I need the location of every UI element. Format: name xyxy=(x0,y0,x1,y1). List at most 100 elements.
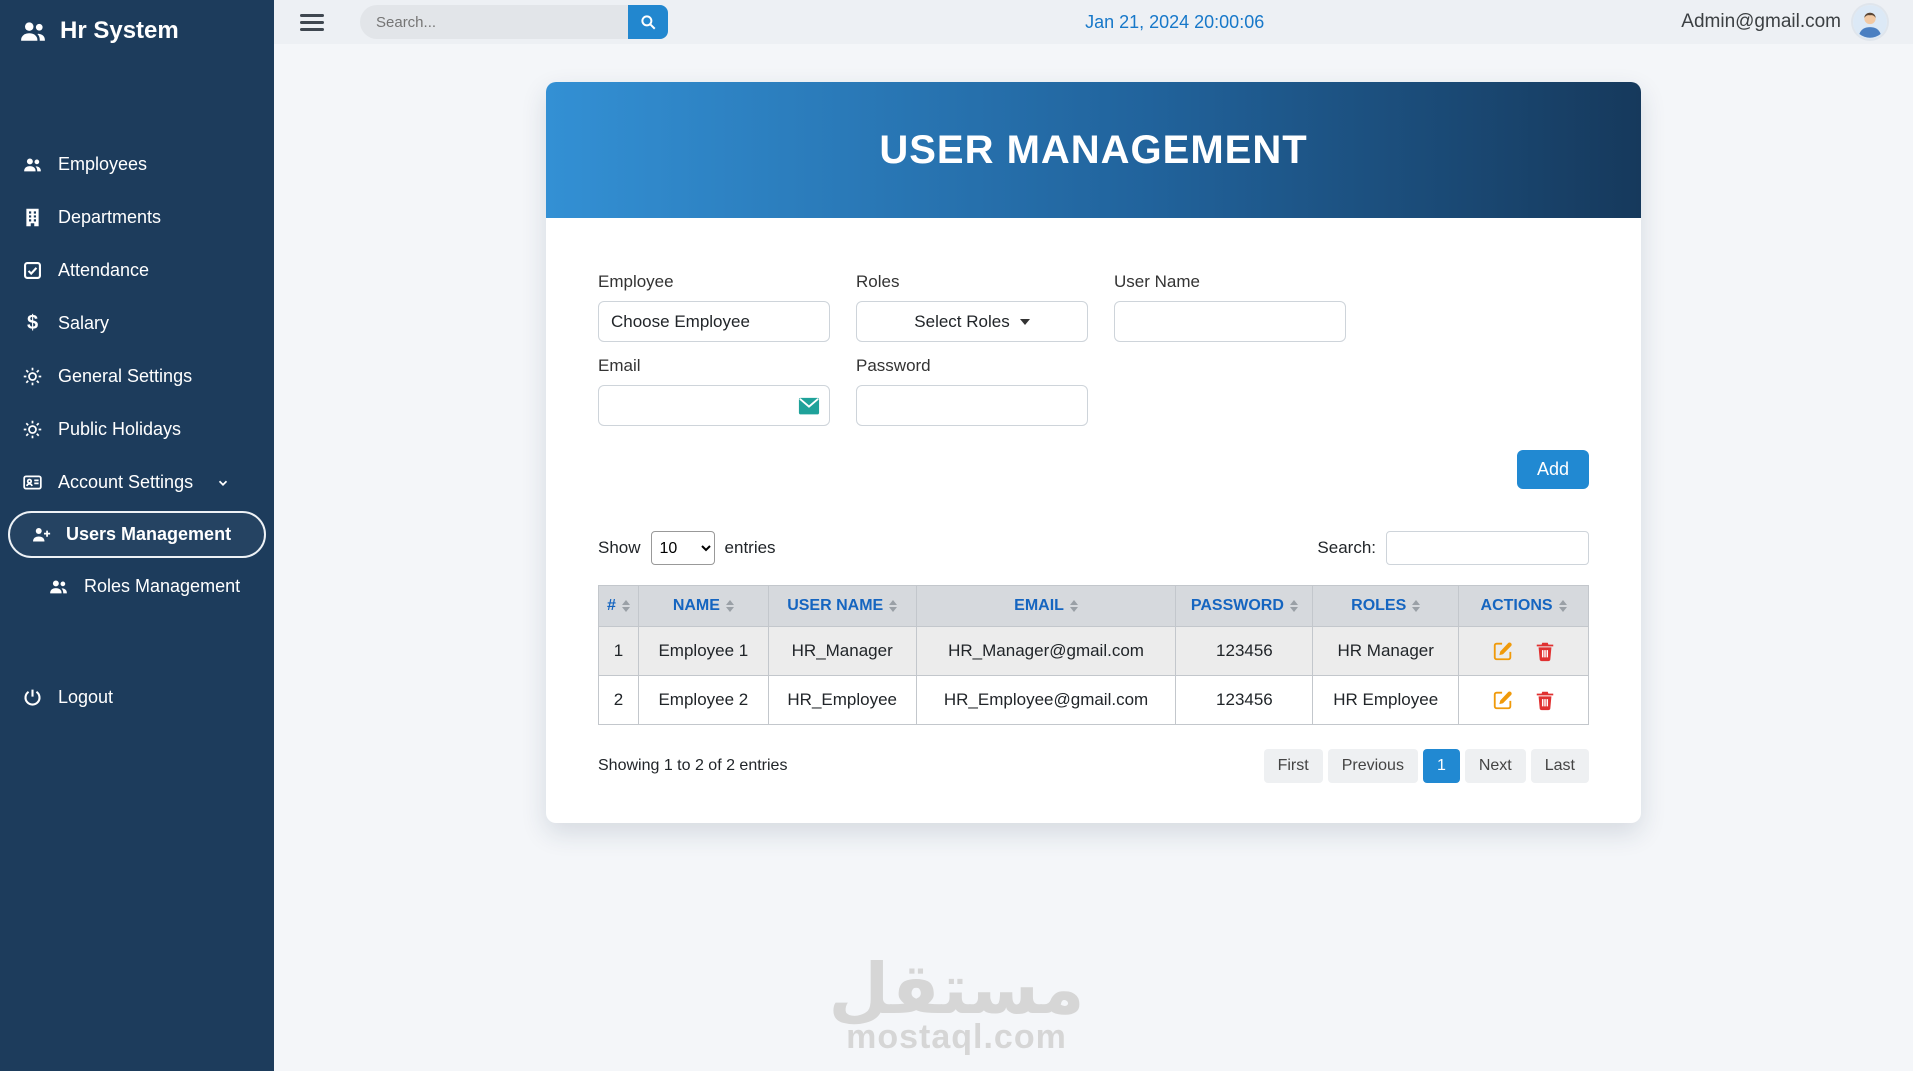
sidebar-item-label: Account Settings xyxy=(58,472,194,492)
people-group-icon xyxy=(18,16,48,46)
chevron-down-icon xyxy=(216,476,230,490)
global-search xyxy=(360,5,668,39)
delete-button[interactable] xyxy=(1534,689,1556,711)
header-num[interactable]: # xyxy=(598,585,639,627)
employee-select[interactable] xyxy=(598,301,830,342)
user-email: Admin@gmail.com xyxy=(1681,11,1841,32)
cell-roles: HR Employee xyxy=(1312,675,1460,725)
sidebar-item-label: Roles Management xyxy=(84,576,241,596)
entries-control: Show 10 entries xyxy=(598,531,776,565)
delete-button[interactable] xyxy=(1534,640,1556,662)
header-password[interactable]: PASSWORD xyxy=(1175,585,1314,627)
username-label: User Name xyxy=(1114,272,1200,291)
app-brand: Hr System xyxy=(0,0,274,62)
users-table: # NAME USER NAME EMAIL PASSWORD ROLES AC… xyxy=(598,585,1589,725)
cell-username: HR_Employee xyxy=(767,675,917,725)
menu-toggle-button[interactable] xyxy=(300,10,324,35)
edit-button[interactable] xyxy=(1492,689,1514,711)
email-input[interactable] xyxy=(598,385,830,426)
password-field: Password xyxy=(856,356,1088,426)
sidebar-item-account-settings[interactable]: Account Settings xyxy=(0,456,274,509)
logout-icon xyxy=(22,687,43,708)
sidebar-item-departments[interactable]: Departments xyxy=(0,191,274,244)
pagination-next[interactable]: Next xyxy=(1464,749,1526,783)
sidebar-item-label: General Settings xyxy=(58,366,193,386)
sidebar-item-label: Users Management xyxy=(66,524,232,544)
roles-field: Roles Select Roles xyxy=(856,272,1088,342)
cell-email: HR_Manager@gmail.com xyxy=(915,626,1177,676)
card-icon xyxy=(22,472,43,493)
add-button[interactable]: Add xyxy=(1516,450,1589,489)
sidebar-item-label: Attendance xyxy=(58,260,150,280)
entries-select[interactable]: 10 xyxy=(650,531,715,565)
sidebar-item-users-management[interactable]: Users Management xyxy=(8,511,266,558)
people-icon xyxy=(48,576,69,597)
gear-icon xyxy=(22,419,43,440)
sidebar-item-label: Logout xyxy=(58,687,114,707)
roles-dropdown[interactable]: Select Roles xyxy=(856,301,1088,342)
password-input[interactable] xyxy=(856,385,1088,426)
sort-icon xyxy=(725,599,734,612)
cell-actions xyxy=(1458,626,1589,676)
pagination-previous[interactable]: Previous xyxy=(1327,749,1418,783)
table-footer: Showing 1 to 2 of 2 entries First Previo… xyxy=(598,749,1589,783)
sidebar-item-label: Public Holidays xyxy=(58,419,182,439)
avatar[interactable] xyxy=(1853,5,1887,39)
sort-icon xyxy=(1069,599,1078,612)
sidebar-item-employees[interactable]: Employees xyxy=(0,138,274,191)
pagination-first[interactable]: First xyxy=(1263,749,1323,783)
user-block: Admin@gmail.com xyxy=(1681,5,1887,39)
content-area: USER MANAGEMENT Employee Roles Select Ro… xyxy=(274,44,1913,1071)
sort-icon xyxy=(889,599,898,612)
check-square-icon xyxy=(22,260,43,281)
employee-label: Employee xyxy=(598,272,674,291)
header-actions[interactable]: ACTIONS xyxy=(1458,585,1589,627)
email-field: Email xyxy=(598,356,830,426)
cell-password: 123456 xyxy=(1175,675,1314,725)
header-name[interactable]: NAME xyxy=(637,585,769,627)
cell-email: HR_Employee@gmail.com xyxy=(915,675,1177,725)
sidebar-item-label: Employees xyxy=(58,154,148,174)
entries-label: entries xyxy=(724,538,776,557)
card-header: USER MANAGEMENT xyxy=(546,82,1641,218)
add-row: Add xyxy=(598,450,1589,489)
pagination-last[interactable]: Last xyxy=(1530,749,1589,783)
sidebar-item-label: Departments xyxy=(58,207,162,227)
sidebar-item-public-holidays[interactable]: Public Holidays xyxy=(0,403,274,456)
header-email[interactable]: EMAIL xyxy=(915,585,1177,627)
cell-name: Employee 2 xyxy=(637,675,769,725)
sidebar-item-attendance[interactable]: Attendance xyxy=(0,244,274,297)
cell-name: Employee 1 xyxy=(637,626,769,676)
sidebar-item-general-settings[interactable]: General Settings xyxy=(0,350,274,403)
email-icon xyxy=(798,397,820,415)
form-row-1: Employee Roles Select Roles User Name xyxy=(598,272,1589,342)
sidebar-nav: Employees Departments Attendance $ Salar… xyxy=(0,138,274,724)
search-button[interactable] xyxy=(628,5,668,39)
edit-button[interactable] xyxy=(1492,640,1514,662)
sidebar: Hr System Employees Departments Attendan… xyxy=(0,0,274,1071)
header-roles[interactable]: ROLES xyxy=(1312,585,1460,627)
search-input[interactable] xyxy=(360,5,628,39)
sidebar-item-logout[interactable]: Logout xyxy=(0,671,274,724)
table-search-input[interactable] xyxy=(1386,531,1589,565)
pagination-page-1[interactable]: 1 xyxy=(1422,749,1460,783)
datetime-display: Jan 21, 2024 20:00:06 xyxy=(1085,11,1265,32)
table-search: Search: xyxy=(1317,531,1589,565)
topbar: Jan 21, 2024 20:00:06 Admin@gmail.com xyxy=(274,0,1913,44)
account-settings-submenu: Users Management Roles Management xyxy=(0,511,274,613)
sort-icon xyxy=(1558,599,1567,612)
header-username[interactable]: USER NAME xyxy=(767,585,917,627)
table-controls: Show 10 entries Search: xyxy=(598,531,1589,565)
username-input[interactable] xyxy=(1114,301,1346,342)
cell-roles: HR Manager xyxy=(1312,626,1460,676)
people-icon xyxy=(22,154,43,175)
table-row: 1 Employee 1 HR_Manager HR_Manager@gmail… xyxy=(598,626,1589,676)
sidebar-item-roles-management[interactable]: Roles Management xyxy=(0,560,274,613)
password-label: Password xyxy=(856,356,931,375)
search-icon xyxy=(639,13,657,31)
table-header-row: # NAME USER NAME EMAIL PASSWORD ROLES AC… xyxy=(598,585,1589,627)
sidebar-item-label: Salary xyxy=(58,313,110,333)
form-row-2: Email Password xyxy=(598,356,1589,426)
sidebar-item-salary[interactable]: $ Salary xyxy=(0,297,274,350)
dollar-icon: $ xyxy=(26,312,39,334)
